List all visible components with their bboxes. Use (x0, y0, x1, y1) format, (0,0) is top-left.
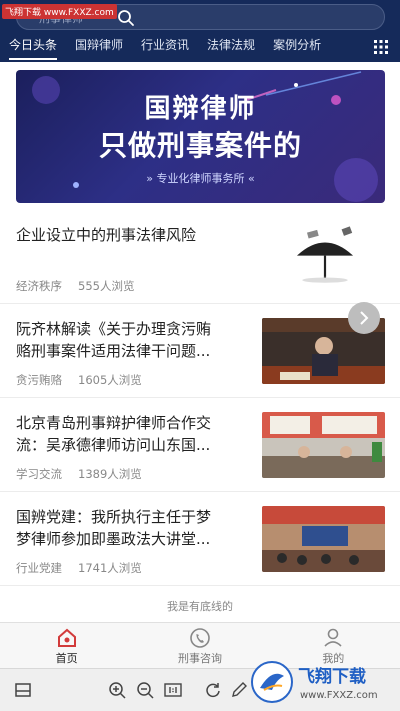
list-item[interactable]: 北京青岛刑事辩护律师合作交 流：吴承德律师访问山东国... 学习交流 1389人浏… (0, 398, 400, 492)
article-meta: 行业党建 1741人浏览 (16, 560, 142, 576)
article-meta: 贪污贿赂 1605人浏览 (16, 372, 142, 388)
banner-line-1: 国辩律师 (144, 94, 257, 124)
zoom-out-icon[interactable] (136, 681, 154, 699)
article-category: 贪污贿赂 (16, 373, 62, 387)
article-title-line-2: 流：吴承德律师访问山东国... (16, 436, 211, 454)
article-views: 1389人浏览 (78, 467, 142, 481)
nav-home[interactable]: 首页 (0, 623, 133, 668)
tab-industry-news[interactable]: 行业资讯 (132, 34, 198, 62)
app-header: 刑事律师 飞翔下载 www.FXXZ.com 今日头条 国辩律师 行业资讯 法律… (0, 0, 400, 66)
chevron-right-icon (360, 311, 369, 325)
umbrella-illustration (297, 226, 353, 283)
article-title-line-2: 梦律师参加即墨政法大讲堂... (16, 530, 211, 548)
tab-laws[interactable]: 法律法规 (198, 34, 264, 62)
actual-size-icon[interactable] (164, 681, 182, 699)
article-views: 555人浏览 (78, 279, 135, 293)
article-views: 1741人浏览 (78, 561, 142, 575)
article-title-line-1: 国辨党建：我所执行主任于梦 (16, 508, 212, 526)
article-views: 1605人浏览 (78, 373, 142, 387)
article-meta: 学习交流 1389人浏览 (16, 466, 142, 482)
article-meta: 经济秩序 555人浏览 (16, 278, 134, 294)
phone-icon (190, 628, 210, 648)
layout-icon[interactable] (14, 681, 32, 699)
edit-pencil-icon[interactable] (230, 681, 248, 699)
user-icon (324, 628, 342, 647)
article-category: 行业党建 (16, 561, 62, 575)
nav-consult-label: 刑事咨询 (177, 652, 222, 665)
article-title-line-2: 赂刑事案件适用法律干问题... (16, 342, 211, 360)
article-thumbnail (262, 506, 385, 572)
nav-home-label: 首页 (55, 652, 78, 665)
article-title-line-1: 北京青岛刑事辩护律师合作交 (16, 414, 212, 432)
article-title: 企业设立中的刑事法律风险 (16, 226, 197, 244)
article-category: 经济秩序 (16, 279, 62, 293)
article-category: 学习交流 (16, 467, 62, 481)
next-arrow-button[interactable] (348, 302, 380, 334)
logo-title: 飞翔下载 (298, 666, 366, 687)
logo-url: www.FXXZ.com (300, 690, 378, 701)
zoom-in-icon[interactable] (108, 681, 126, 699)
grid-menu-icon[interactable] (374, 40, 388, 54)
promo-banner[interactable]: 国辩律师 只做刑事案件的 » 专业化律师事务所 « (16, 70, 385, 203)
list-item[interactable]: 企业设立中的刑事法律风险 经济秩序 555人浏览 (0, 208, 400, 304)
banner-line-2: 只做刑事案件的 (98, 129, 302, 162)
banner-line-3: » 专业化律师事务所 « (146, 172, 255, 185)
search-icon[interactable] (117, 9, 135, 27)
feed: 国辩律师 只做刑事案件的 » 专业化律师事务所 « 企业设立中的刑事法律风险 经… (0, 62, 400, 622)
tab-guobian-lawyers[interactable]: 国辩律师 (66, 34, 132, 62)
article-title: 国辨党建：我所执行主任于梦 梦律师参加即墨政法大讲堂... (16, 506, 211, 550)
article-title: 阮齐林解读《关于办理贪污贿 赂刑事案件适用法律干问题... (16, 318, 211, 362)
rotate-icon[interactable] (204, 681, 222, 699)
article-title: 北京青岛刑事辩护律师合作交 流：吴承德律师访问山东国... (16, 412, 211, 456)
home-icon (57, 628, 76, 647)
nav-consult[interactable]: 刑事咨询 (133, 623, 266, 668)
article-thumbnail (262, 412, 385, 478)
screen: { "watermark": "飞翔下载 www.FXXZ.com", "sea… (0, 0, 400, 711)
watermark: 飞翔下载 www.FXXZ.com (2, 4, 117, 19)
category-tabs: 今日头条 国辩律师 行业资讯 法律法规 案例分析 (0, 34, 400, 62)
list-item[interactable]: 国辨党建：我所执行主任于梦 梦律师参加即墨政法大讲堂... 行业党建 1741人浏… (0, 492, 400, 586)
fxxz-logo: 飞翔下载 www.FXXZ.com (251, 661, 378, 703)
end-of-list-note: 我是有底线的 (167, 600, 233, 613)
tab-case-analysis[interactable]: 案例分析 (264, 34, 330, 62)
article-title-line-1: 阮齐林解读《关于办理贪污贿 (16, 320, 212, 338)
list-item[interactable]: 阮齐林解读《关于办理贪污贿 赂刑事案件适用法律干问题... 贪污贿赂 1605人浏… (0, 304, 400, 398)
tab-today-headlines[interactable]: 今日头条 (0, 34, 66, 62)
